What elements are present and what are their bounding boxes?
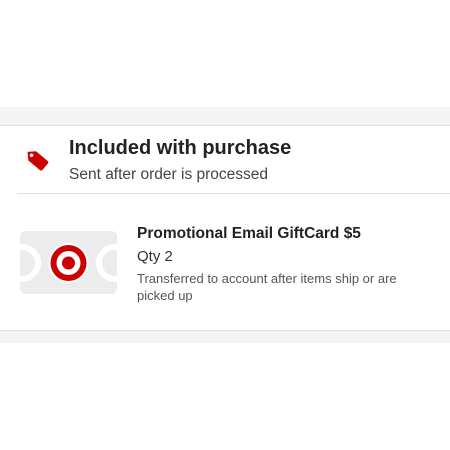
section-subheading: Sent after order is processed (69, 166, 269, 183)
section-heading: Included with purchase (69, 137, 292, 159)
divider (17, 193, 450, 194)
section-separator-top (0, 107, 450, 126)
quantity-label: Qty 2 (137, 248, 173, 265)
section-separator-bottom (0, 330, 450, 343)
target-gift-card-icon (20, 231, 117, 294)
order-page: Included with purchase Sent after order … (0, 0, 450, 450)
delivery-note: Transferred to account after items ship … (137, 271, 397, 303)
product-name: Promotional Email GiftCard $5 (137, 225, 361, 242)
price-tag-icon (22, 145, 50, 173)
